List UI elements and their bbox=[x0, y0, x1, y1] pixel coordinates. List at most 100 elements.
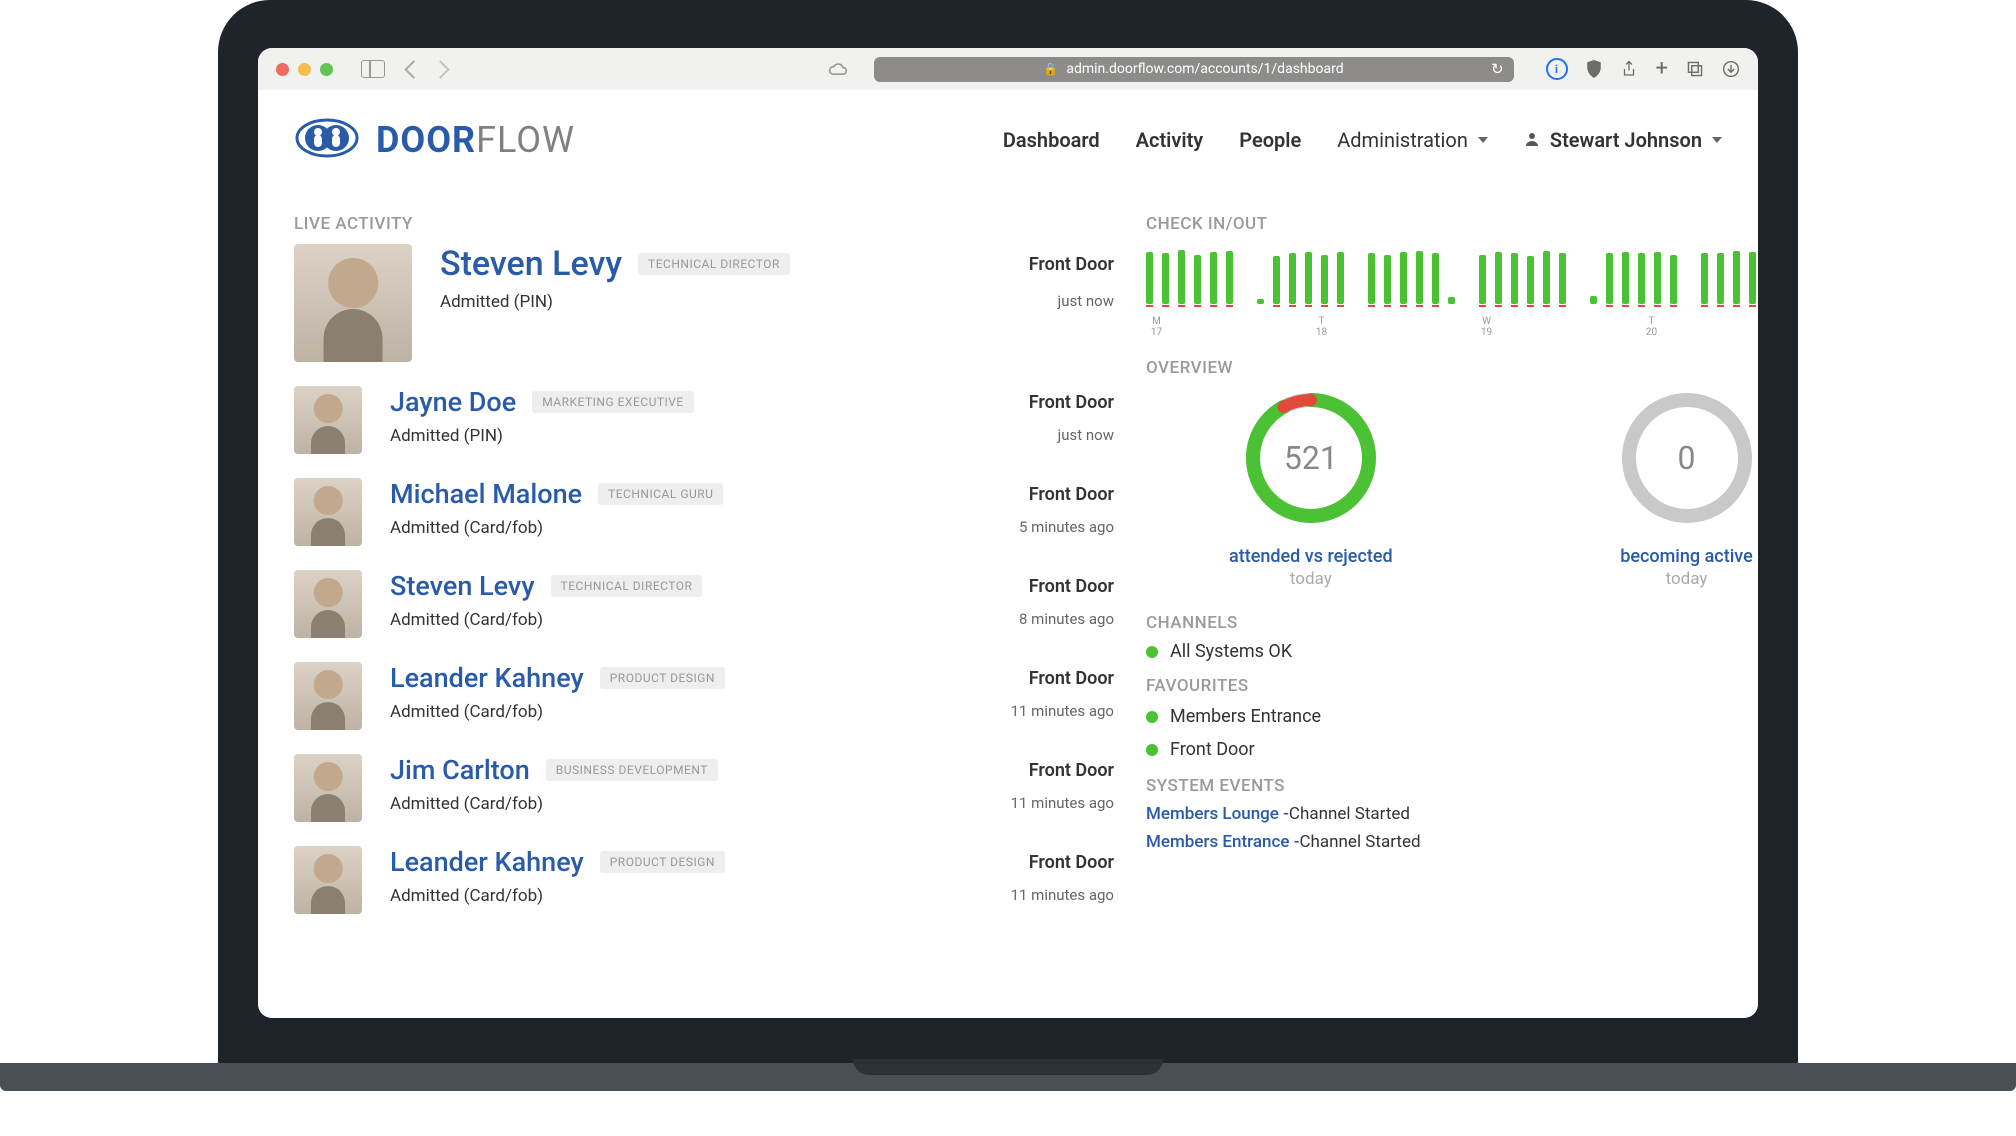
check-day-group bbox=[1368, 244, 1455, 304]
avatar bbox=[294, 244, 412, 362]
system-event-row[interactable]: Members Entrance - Channel Started4 minu… bbox=[1146, 832, 1758, 852]
brand-text: DOORFLOW bbox=[376, 119, 575, 161]
system-event-row[interactable]: Members Lounge - Channel Started4 minute… bbox=[1146, 804, 1758, 824]
reload-icon[interactable]: ↻ bbox=[1491, 60, 1504, 78]
window-close-dot[interactable] bbox=[276, 63, 289, 76]
check-day-group bbox=[1257, 244, 1344, 304]
check-bar bbox=[1590, 296, 1597, 304]
share-icon[interactable] bbox=[1620, 60, 1638, 78]
check-bar bbox=[1527, 256, 1534, 304]
check-bar bbox=[1257, 299, 1264, 305]
check-bar bbox=[1701, 253, 1708, 304]
role-chip: MARKETING EXECUTIVE bbox=[532, 391, 694, 413]
check-day-group bbox=[1479, 244, 1566, 304]
caret-down-icon bbox=[1712, 137, 1722, 143]
check-day-group bbox=[1146, 244, 1233, 304]
nav-administration[interactable]: Administration bbox=[1337, 128, 1488, 152]
activity-row[interactable]: Leander KahneyPRODUCT DESIGNFront DoorAd… bbox=[294, 662, 1114, 730]
event-time: just now bbox=[1058, 292, 1114, 312]
url-bar[interactable]: 🔒 admin.doorflow.com/accounts/1/dashboar… bbox=[874, 57, 1514, 82]
check-bar bbox=[1717, 253, 1724, 304]
window-zoom-dot[interactable] bbox=[320, 63, 333, 76]
check-bar bbox=[1178, 250, 1185, 304]
admit-status: Admitted (PIN) bbox=[390, 426, 503, 446]
info-icon[interactable]: i bbox=[1546, 58, 1568, 80]
user-menu[interactable]: Stewart Johnson bbox=[1524, 128, 1722, 152]
admit-status: Admitted (Card/fob) bbox=[390, 794, 543, 814]
status-dot-icon bbox=[1146, 744, 1158, 756]
avatar bbox=[294, 662, 362, 730]
event-time: 11 minutes ago bbox=[1011, 794, 1114, 814]
section-overview: OVERVIEW bbox=[1146, 358, 1758, 378]
favourite-name[interactable]: Members Entrance bbox=[1170, 706, 1321, 727]
door-name: Front Door bbox=[1029, 576, 1114, 597]
check-day-label: W19 bbox=[1480, 316, 1567, 338]
check-bar bbox=[1622, 252, 1629, 304]
sidebar-toggle-icon[interactable] bbox=[361, 60, 385, 78]
activity-row[interactable]: Michael MaloneTECHNICAL GURUFront DoorAd… bbox=[294, 478, 1114, 546]
check-bar bbox=[1638, 253, 1645, 304]
avatar bbox=[294, 478, 362, 546]
window-minimize-dot[interactable] bbox=[298, 63, 311, 76]
check-day-group bbox=[1701, 244, 1758, 304]
nav-back-icon[interactable] bbox=[404, 60, 422, 78]
status-dot-icon bbox=[1146, 646, 1158, 658]
avatar bbox=[294, 386, 362, 454]
nav-activity[interactable]: Activity bbox=[1136, 128, 1204, 152]
admit-status: Admitted (Card/fob) bbox=[390, 610, 543, 630]
check-bar bbox=[1749, 252, 1756, 304]
person-name[interactable]: Steven Levy bbox=[390, 570, 535, 602]
check-bar bbox=[1543, 251, 1550, 304]
check-bar bbox=[1448, 297, 1455, 304]
section-channels: CHANNELS bbox=[1146, 613, 1238, 633]
check-day-label: T18 bbox=[1315, 316, 1402, 338]
admit-status: Admitted (PIN) bbox=[440, 292, 553, 312]
avatar bbox=[294, 570, 362, 638]
donut-value: 0 bbox=[1617, 388, 1757, 528]
check-bar bbox=[1321, 255, 1328, 305]
downloads-icon[interactable] bbox=[1722, 60, 1740, 78]
activity-row[interactable]: Jayne Doe MARKETING EXECUTIVE Front Door Ad… bbox=[294, 386, 1114, 454]
door-name: Front Door bbox=[1029, 254, 1114, 275]
section-live-activity: LIVE ACTIVITY bbox=[294, 214, 1114, 234]
donut-value: 521 bbox=[1241, 388, 1381, 528]
event-time: 11 minutes ago bbox=[1011, 886, 1114, 906]
check-bar bbox=[1289, 253, 1296, 304]
check-bar bbox=[1368, 253, 1375, 304]
check-bar bbox=[1273, 256, 1280, 304]
person-name[interactable]: Leander Kahney bbox=[390, 846, 584, 878]
admit-status: Admitted (Card/fob) bbox=[390, 518, 543, 538]
cloud-icon bbox=[828, 62, 848, 76]
lock-icon: 🔒 bbox=[1043, 62, 1058, 76]
favourite-name[interactable]: Front Door bbox=[1170, 739, 1255, 760]
admit-status: Admitted (Card/fob) bbox=[390, 702, 543, 722]
admit-status: Admitted (Card/fob) bbox=[390, 886, 543, 906]
tabs-overview-icon[interactable] bbox=[1686, 60, 1704, 78]
check-bar bbox=[1146, 252, 1153, 304]
person-name[interactable]: Jim Carlton bbox=[390, 754, 530, 786]
check-bar bbox=[1210, 252, 1217, 304]
activity-row[interactable]: Leander KahneyPRODUCT DESIGNFront DoorAd… bbox=[294, 846, 1114, 914]
overview-donuts: 521attended vs rejectedtoday 0 becoming ac… bbox=[1146, 388, 1758, 589]
door-name: Front Door bbox=[1029, 392, 1114, 413]
donut-label: becoming active bbox=[1620, 546, 1752, 567]
check-bar bbox=[1226, 251, 1233, 304]
person-name[interactable]: Michael Malone bbox=[390, 478, 582, 510]
user-icon bbox=[1524, 128, 1540, 152]
check-bar bbox=[1337, 252, 1344, 304]
privacy-shield-icon[interactable] bbox=[1586, 60, 1602, 78]
person-name[interactable]: Steven Levy bbox=[440, 244, 622, 284]
activity-row[interactable]: Jim CarltonBUSINESS DEVELOPMENTFront Doo… bbox=[294, 754, 1114, 822]
activity-row[interactable]: Steven LevyTECHNICAL DIRECTORFront DoorA… bbox=[294, 570, 1114, 638]
nav-people[interactable]: People bbox=[1239, 128, 1301, 152]
brand-logo[interactable]: DOORFLOW bbox=[294, 113, 575, 167]
overview-donut: 521attended vs rejectedtoday bbox=[1146, 388, 1476, 589]
event-time: 11 minutes ago bbox=[1011, 702, 1114, 722]
person-name[interactable]: Leander Kahney bbox=[390, 662, 584, 694]
nav-dashboard[interactable]: Dashboard bbox=[1003, 128, 1100, 152]
check-bar bbox=[1559, 253, 1566, 304]
nav-forward-icon[interactable] bbox=[431, 60, 449, 78]
activity-row[interactable]: Steven LevyTECHNICAL DIRECTORFront DoorA… bbox=[294, 244, 1114, 362]
person-name[interactable]: Jayne Doe bbox=[390, 386, 516, 418]
browser-toolbar: 🔒 admin.doorflow.com/accounts/1/dashboar… bbox=[258, 48, 1758, 90]
